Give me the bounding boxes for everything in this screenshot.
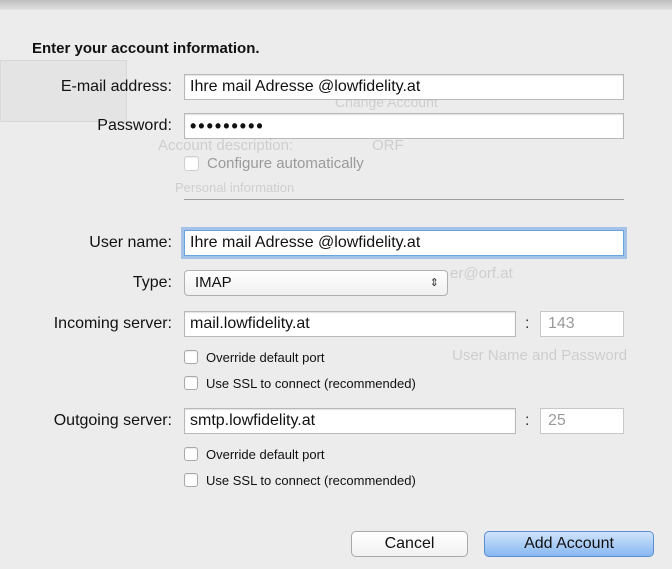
incoming-port-separator: : — [525, 315, 530, 332]
password-label: Password: — [97, 117, 172, 134]
outgoing-ssl-label: Use SSL to connect (recommended) — [206, 472, 416, 488]
updown-arrows-icon: ⇕ — [429, 277, 439, 289]
incoming-override-port-label: Override default port — [206, 349, 325, 365]
outgoing-server-field[interactable]: smtp.lowfidelity.at — [184, 408, 516, 434]
incoming-ssl-checkbox[interactable]: Use SSL to connect (recommended) — [184, 374, 416, 392]
email-field[interactable]: Ihre mail Adresse @lowfidelity.at — [184, 74, 624, 100]
type-label: Type: — [132, 274, 172, 291]
configure-automatically-checkbox[interactable]: Configure automatically — [184, 154, 364, 172]
incoming-server-field[interactable]: mail.lowfidelity.at — [184, 311, 516, 337]
type-select-value: IMAP — [195, 274, 232, 291]
checkbox-icon — [184, 376, 198, 390]
incoming-override-port-checkbox[interactable]: Override default port — [184, 348, 325, 366]
username-field[interactable]: Ihre mail Adresse @lowfidelity.at — [184, 230, 624, 256]
bg-user-name-password: User Name and Password — [452, 347, 628, 364]
cancel-button[interactable]: Cancel — [351, 531, 468, 557]
bg-account-description-value: ORF — [372, 137, 404, 154]
bg-personal-information: Personal information — [175, 180, 295, 195]
add-account-button[interactable]: Add Account — [484, 531, 654, 557]
outgoing-ssl-checkbox[interactable]: Use SSL to connect (recommended) — [184, 471, 416, 489]
outgoing-port-separator: : — [525, 412, 530, 429]
window-top-edge — [0, 0, 672, 10]
configure-automatically-label: Configure automatically — [207, 154, 364, 172]
checkbox-icon — [184, 350, 198, 364]
type-select[interactable]: IMAP ⇕ — [184, 270, 448, 296]
email-label: E-mail address: — [60, 78, 172, 95]
checkbox-icon — [184, 447, 198, 461]
outgoing-override-port-checkbox[interactable]: Override default port — [184, 445, 325, 463]
username-label: User name: — [89, 234, 172, 251]
bg-email-suffix: er@orf.at — [450, 265, 513, 282]
incoming-ssl-label: Use SSL to connect (recommended) — [206, 375, 416, 391]
outgoing-override-port-label: Override default port — [206, 446, 325, 462]
section-divider — [184, 199, 624, 200]
password-field[interactable]: ••••••••• — [184, 113, 624, 139]
incoming-port-field[interactable]: 143 — [540, 311, 624, 337]
bg-account-description: Account description: — [158, 137, 294, 154]
outgoing-port-field[interactable]: 25 — [540, 408, 624, 434]
form-heading: Enter your account information. — [32, 40, 260, 57]
incoming-server-label: Incoming server: — [53, 315, 172, 332]
outgoing-server-label: Outgoing server: — [53, 412, 172, 429]
checkbox-icon — [184, 473, 198, 487]
checkbox-icon — [184, 155, 199, 171]
